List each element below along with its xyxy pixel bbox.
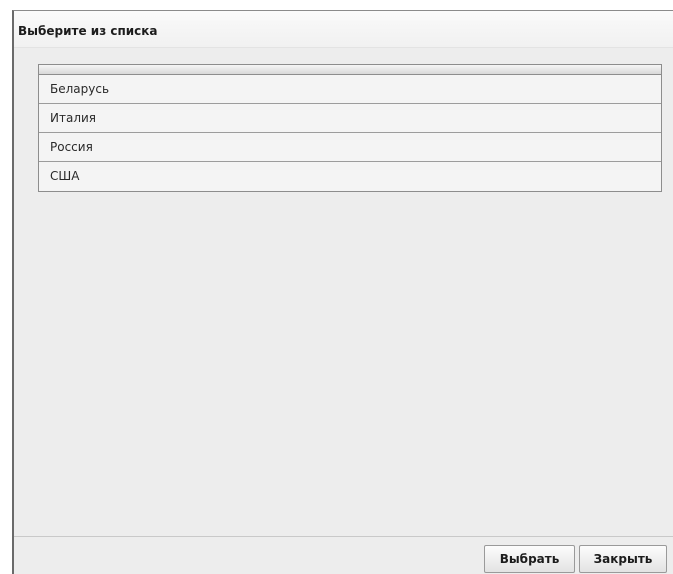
select-button[interactable]: Выбрать [484,545,575,573]
list-item[interactable]: США [39,162,661,191]
list-item[interactable]: Беларусь [39,75,661,104]
select-dialog: Выберите из списка Беларусь Италия Росси… [12,10,673,574]
dialog-titlebar: Выберите из списка [14,11,673,48]
dialog-footer: Выбрать Закрыть [14,536,673,574]
list-item[interactable]: Италия [39,104,661,133]
dialog-title: Выберите из списка [18,24,158,38]
list-header [39,65,661,75]
list-item[interactable]: Россия [39,133,661,162]
country-list[interactable]: Беларусь Италия Россия США [38,64,662,192]
close-button[interactable]: Закрыть [579,545,667,573]
